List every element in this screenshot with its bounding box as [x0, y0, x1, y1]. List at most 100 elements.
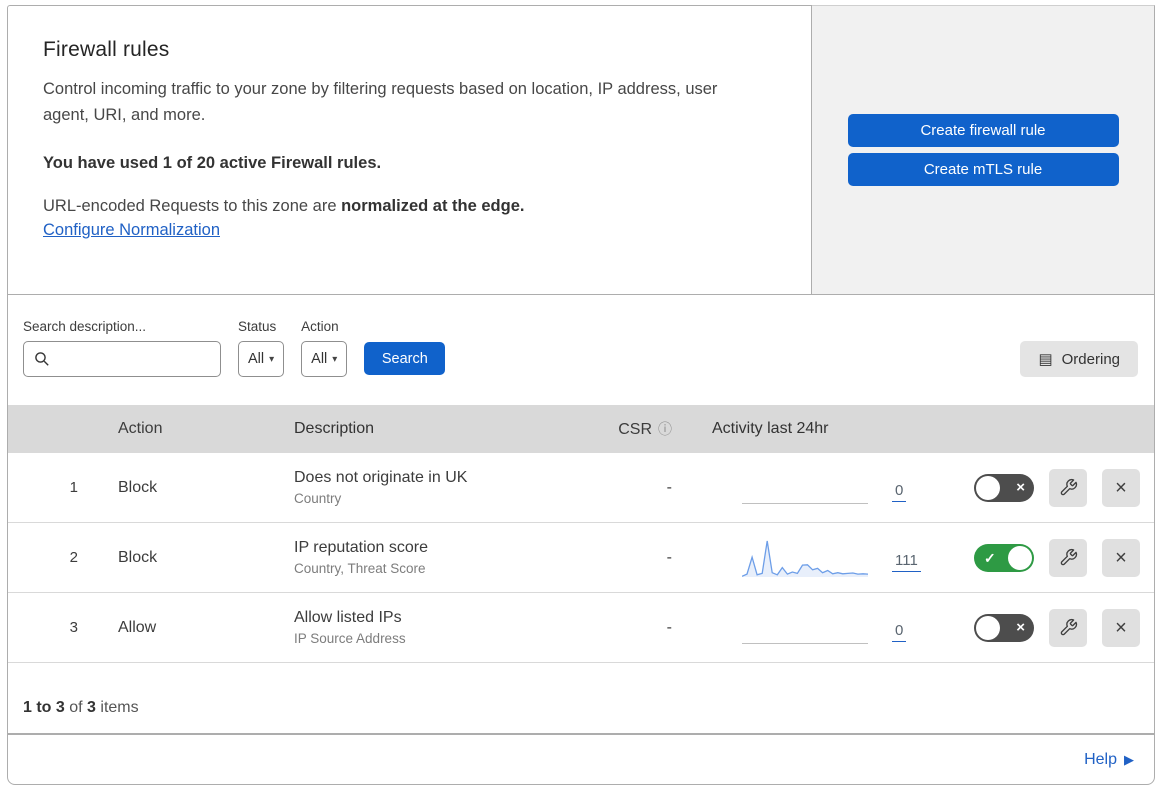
rule-description-cell: IP reputation score Country, Threat Scor…	[294, 539, 594, 576]
search-input-box[interactable]	[23, 341, 231, 377]
col-description-header: Description	[294, 420, 375, 437]
rule-controls: × ×	[924, 608, 1154, 647]
rule-csr: -	[666, 618, 672, 636]
create-mtls-rule-button[interactable]: Create mTLS rule	[847, 153, 1119, 186]
help-arrow-icon: ▶	[1124, 751, 1134, 767]
rule-fields: Country, Threat Score	[294, 561, 426, 576]
col-activity-header: Activity last 24hr	[712, 420, 829, 437]
activity-sparkline	[742, 466, 870, 510]
rule-activity-cell: 111	[684, 536, 924, 580]
normalization-bold: normalized at the edge.	[341, 197, 525, 215]
toggle-knob	[976, 475, 1000, 500]
rule-action: Allow	[118, 618, 157, 636]
rules-list-section: Search description... Status All ▾ Actio…	[7, 295, 1155, 734]
toggle-state-icon: ×	[1016, 478, 1025, 496]
delete-rule-button[interactable]: ×	[1102, 468, 1140, 507]
rule-fields: IP Source Address	[294, 631, 406, 646]
status-filter-group: Status All ▾	[238, 319, 285, 377]
toggle-state-icon: ✓	[984, 549, 996, 566]
rule-action: Block	[118, 548, 158, 566]
help-link[interactable]: Help ▶	[1084, 751, 1134, 769]
rule-description: IP reputation score	[294, 539, 429, 556]
help-bar: Help ▶	[7, 734, 1155, 785]
rule-action: Block	[118, 478, 158, 496]
actions-panel: Create firewall rule Create mTLS rule	[812, 5, 1155, 295]
rule-activity-cell: 0	[684, 466, 924, 510]
normalization-text: URL-encoded Requests to this zone are	[43, 197, 342, 215]
close-icon: ×	[1115, 546, 1127, 569]
info-icon[interactable]: ⓘ	[658, 421, 672, 437]
search-input[interactable]	[50, 342, 231, 376]
ordering-button[interactable]: ▤ Ordering	[1020, 341, 1138, 377]
edit-rule-button[interactable]	[1049, 608, 1087, 647]
items-of: of	[64, 699, 88, 716]
ordering-icon: ▤	[1038, 351, 1053, 368]
enable-toggle[interactable]: ×	[974, 613, 1034, 642]
create-firewall-rule-button[interactable]: Create firewall rule	[847, 114, 1119, 147]
rule-csr: -	[666, 548, 672, 566]
toggle-knob	[976, 615, 1000, 640]
activity-sparkline	[741, 536, 870, 580]
ordering-label: Ordering	[1061, 350, 1120, 368]
action-filter-group: Action All ▾	[301, 319, 348, 377]
usage-summary: You have used 1 of 20 active Firewall ru…	[43, 154, 382, 172]
pagination-summary: 1 to 3 of 3 items	[8, 663, 1154, 733]
status-label: Status	[238, 319, 277, 334]
rule-description-cell: Allow listed IPs IP Source Address	[294, 609, 594, 646]
items-word: items	[95, 699, 139, 716]
firewall-rules-page: Firewall rules Control incoming traffic …	[7, 5, 1155, 785]
items-total: 3	[87, 699, 96, 716]
wrench-icon	[1059, 548, 1078, 567]
delete-rule-button[interactable]: ×	[1102, 608, 1140, 647]
edit-rule-button[interactable]	[1049, 538, 1087, 577]
action-label: Action	[301, 319, 339, 334]
normalization-note: URL-encoded Requests to this zone are no…	[43, 197, 763, 216]
status-dropdown[interactable]: All ▾	[238, 341, 285, 377]
filter-bar: Search description... Status All ▾ Actio…	[8, 295, 1154, 405]
rule-number: 3	[69, 619, 78, 636]
close-icon: ×	[1115, 616, 1127, 639]
col-action-header: Action	[118, 420, 163, 437]
table-header: Action Description CSR ⓘ Activity last 24…	[8, 405, 1154, 453]
items-range: 1 to 3	[23, 699, 65, 716]
toggle-state-icon: ×	[1016, 618, 1025, 636]
rule-fields: Country	[294, 491, 342, 506]
rule-description: Allow listed IPs	[294, 609, 402, 626]
col-csr-header: CSR ⓘ	[594, 419, 684, 439]
header-section: Firewall rules Control incoming traffic …	[7, 5, 1155, 295]
table-row: 1 Block Does not originate in UK Country…	[8, 453, 1154, 523]
rule-csr: -	[666, 478, 672, 496]
activity-sparkline	[742, 606, 870, 650]
chevron-down-icon: ▾	[332, 353, 338, 365]
activity-count-link[interactable]: 0	[892, 482, 907, 502]
rule-description-cell: Does not originate in UK Country	[294, 469, 594, 506]
page-description: Control incoming traffic to your zone by…	[43, 80, 718, 124]
rule-activity-cell: 0	[684, 606, 924, 650]
toggle-knob	[1008, 545, 1032, 570]
rule-controls: × ×	[924, 468, 1154, 507]
enable-toggle[interactable]: ✓	[974, 543, 1034, 572]
activity-count-link[interactable]: 111	[892, 552, 921, 572]
edit-rule-button[interactable]	[1049, 468, 1087, 507]
action-dropdown[interactable]: All ▾	[301, 341, 348, 377]
rule-number: 2	[69, 549, 78, 566]
search-icon	[34, 351, 50, 367]
action-value: All	[311, 351, 328, 367]
status-value: All	[248, 351, 265, 367]
rule-description: Does not originate in UK	[294, 469, 468, 486]
page-title: Firewall rules	[43, 38, 170, 61]
search-label: Search description...	[23, 319, 147, 334]
activity-count-link[interactable]: 0	[892, 622, 907, 642]
close-icon: ×	[1115, 476, 1127, 499]
search-group: Search description...	[23, 319, 231, 377]
search-button[interactable]: Search	[364, 342, 446, 375]
enable-toggle[interactable]: ×	[974, 473, 1034, 502]
configure-normalization-link[interactable]: Configure Normalization	[43, 221, 220, 240]
rule-controls: ✓ ×	[924, 538, 1154, 577]
table-row: 2 Block IP reputation score Country, Thr…	[8, 523, 1154, 593]
help-label: Help	[1084, 750, 1117, 768]
rule-number: 1	[69, 479, 78, 496]
delete-rule-button[interactable]: ×	[1102, 538, 1140, 577]
header-card: Firewall rules Control incoming traffic …	[7, 5, 812, 295]
chevron-down-icon: ▾	[269, 353, 275, 365]
